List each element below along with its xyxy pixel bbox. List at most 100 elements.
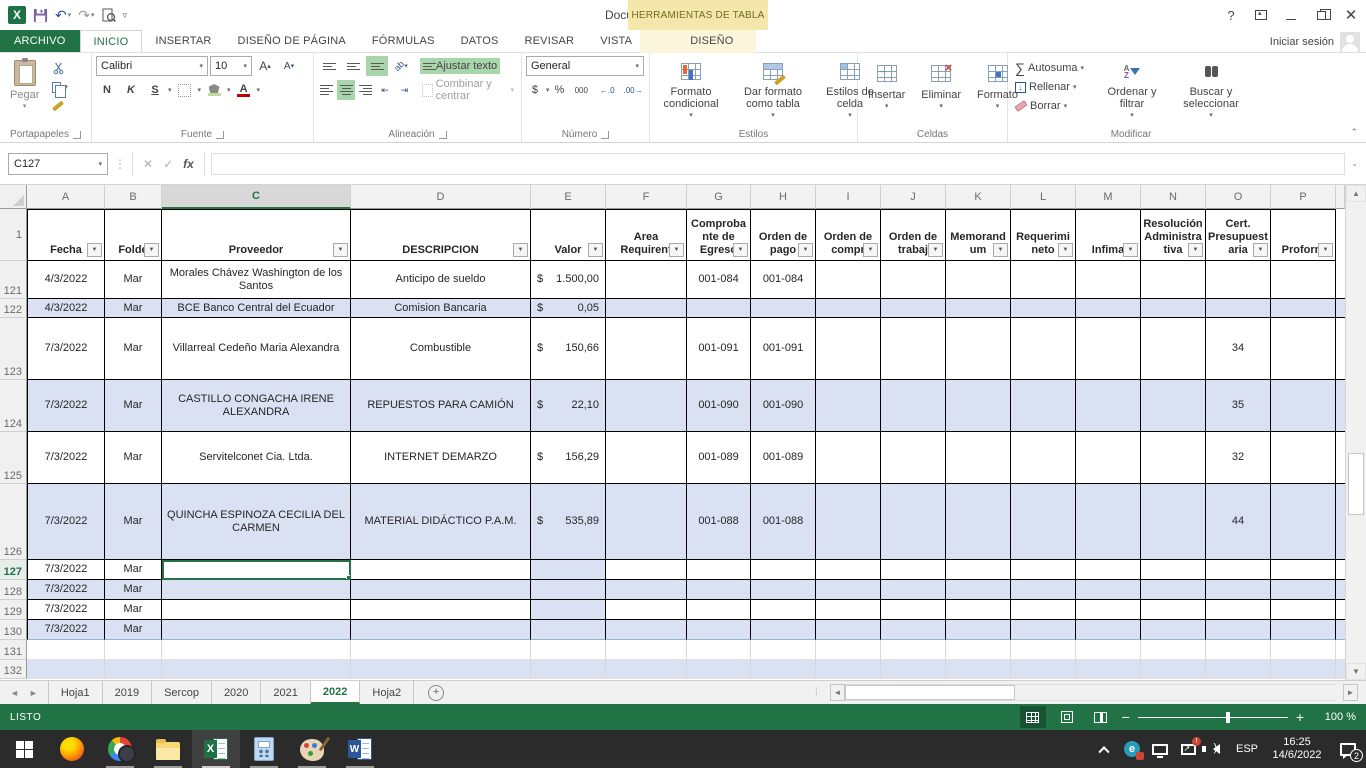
- header-cell-B[interactable]: Folde▼: [105, 209, 162, 261]
- cell-J125[interactable]: [881, 432, 946, 484]
- cell-F130[interactable]: [606, 620, 687, 640]
- cell-A123[interactable]: 7/3/2022: [27, 318, 105, 380]
- cell-P121[interactable]: [1271, 261, 1336, 299]
- cell-K124[interactable]: [946, 380, 1011, 432]
- cell-L122[interactable]: [1011, 299, 1076, 318]
- scroll-right-icon[interactable]: ►: [1343, 684, 1358, 701]
- cell-F128[interactable]: [606, 580, 687, 600]
- cut-button[interactable]: [49, 60, 71, 76]
- cell-L127[interactable]: [1011, 560, 1076, 580]
- cell-A125[interactable]: 7/3/2022: [27, 432, 105, 484]
- font-color-dropdown-icon[interactable]: ▾: [257, 86, 261, 94]
- cell-B126[interactable]: Mar: [105, 484, 162, 560]
- cell-M127[interactable]: [1076, 560, 1141, 580]
- cell-N130[interactable]: [1141, 620, 1206, 640]
- cell-N125[interactable]: [1141, 432, 1206, 484]
- taskbar-word[interactable]: W: [336, 730, 384, 768]
- filter-dropdown-icon-A[interactable]: ▼: [87, 243, 102, 257]
- taskbar-firefox[interactable]: [48, 730, 96, 768]
- wrap-text-button[interactable]: Ajustar texto: [420, 58, 500, 74]
- minimize-button[interactable]: [1276, 0, 1306, 30]
- cell-A131[interactable]: [27, 640, 105, 660]
- zoom-slider-handle[interactable]: [1226, 712, 1230, 723]
- comma-format-button[interactable]: 000: [569, 80, 593, 100]
- cell-O129[interactable]: [1206, 600, 1271, 620]
- row-header-1[interactable]: 1: [0, 209, 27, 261]
- cell-I127[interactable]: [816, 560, 881, 580]
- cell-D125[interactable]: INTERNET DEMARZO: [351, 432, 531, 484]
- conditional-format-dropdown-icon[interactable]: ▾: [689, 110, 693, 122]
- cell-O121[interactable]: [1206, 261, 1271, 299]
- number-format-select[interactable]: General▾: [526, 56, 644, 76]
- sort-filter-dropdown-icon[interactable]: ▾: [1130, 110, 1134, 122]
- cell-I131[interactable]: [816, 640, 881, 660]
- cell-C129[interactable]: [162, 600, 351, 620]
- cell-I126[interactable]: [816, 484, 881, 560]
- cell-G125[interactable]: 001-089: [687, 432, 751, 484]
- filter-dropdown-icon-N[interactable]: ▼: [1188, 243, 1203, 257]
- scroll-down-icon[interactable]: ▼: [1346, 663, 1366, 680]
- format-as-table-button[interactable]: Dar formato como tabla ▾: [732, 56, 814, 126]
- avatar[interactable]: [1340, 32, 1360, 52]
- conditional-format-button[interactable]: Formato condicional ▾: [654, 56, 728, 126]
- tab-scroll-splitter[interactable]: ⁞: [815, 681, 818, 704]
- sheet-tab-Hoja2[interactable]: Hoja2: [360, 681, 414, 704]
- cell-F127[interactable]: [606, 560, 687, 580]
- column-header-B[interactable]: B: [105, 185, 162, 209]
- cell-G132[interactable]: [687, 660, 751, 679]
- vertical-scrollbar[interactable]: ▲ ▼: [1345, 185, 1366, 680]
- cell-P128[interactable]: [1271, 580, 1336, 600]
- notification-center-button[interactable]: 2: [1330, 730, 1366, 768]
- cell-G126[interactable]: 001-088: [687, 484, 751, 560]
- close-button[interactable]: ✕: [1336, 0, 1366, 30]
- filter-dropdown-icon-I[interactable]: ▼: [863, 243, 878, 257]
- filter-dropdown-icon-D[interactable]: ▼: [513, 243, 528, 257]
- cell-F124[interactable]: [606, 380, 687, 432]
- column-header-L[interactable]: L: [1011, 185, 1076, 209]
- filter-dropdown-icon-E[interactable]: ▼: [588, 243, 603, 257]
- header-cell-J[interactable]: Orden de trabaj▼: [881, 209, 946, 261]
- tab-insertar[interactable]: INSERTAR: [142, 30, 224, 52]
- taskbar-paint[interactable]: [288, 730, 336, 768]
- insert-cells-dropdown-icon[interactable]: ▾: [885, 101, 889, 113]
- page-break-view-button[interactable]: [1088, 706, 1114, 728]
- cell-H127[interactable]: [751, 560, 816, 580]
- align-center-button[interactable]: [337, 80, 354, 100]
- decrease-indent-button[interactable]: ⇤: [376, 80, 393, 100]
- increase-indent-button[interactable]: ⇥: [396, 80, 413, 100]
- cell-P129[interactable]: [1271, 600, 1336, 620]
- restore-button[interactable]: [1306, 0, 1336, 30]
- cell-L128[interactable]: [1011, 580, 1076, 600]
- cell-O123[interactable]: 34: [1206, 318, 1271, 380]
- font-color-button[interactable]: A: [233, 80, 255, 100]
- cell-I121[interactable]: [816, 261, 881, 299]
- filter-dropdown-icon-C[interactable]: ▼: [333, 243, 348, 257]
- tab-datos[interactable]: DATOS: [448, 30, 512, 52]
- cell-C122[interactable]: BCE Banco Central del Ecuador: [162, 299, 351, 318]
- cell-B128[interactable]: Mar: [105, 580, 162, 600]
- cell-J123[interactable]: [881, 318, 946, 380]
- cell-D131[interactable]: [351, 640, 531, 660]
- scroll-left-icon[interactable]: ◄: [830, 684, 845, 701]
- cell-E122[interactable]: $0,05: [531, 299, 606, 318]
- column-header-G[interactable]: G: [687, 185, 751, 209]
- cell-K121[interactable]: [946, 261, 1011, 299]
- cell-M132[interactable]: [1076, 660, 1141, 679]
- zoom-in-button[interactable]: +: [1296, 710, 1304, 724]
- cell-K129[interactable]: [946, 600, 1011, 620]
- align-right-button[interactable]: [357, 80, 374, 100]
- autosum-button[interactable]: ∑Autosuma▾: [1012, 60, 1092, 76]
- paste-dropdown-icon[interactable]: ▾: [23, 101, 27, 113]
- cell-O132[interactable]: [1206, 660, 1271, 679]
- qat-customize-icon[interactable]: ▿: [123, 11, 128, 20]
- tab-revisar[interactable]: REVISAR: [512, 30, 588, 52]
- cell-A132[interactable]: [27, 660, 105, 679]
- cell-J122[interactable]: [881, 299, 946, 318]
- cell-L125[interactable]: [1011, 432, 1076, 484]
- cell-B132[interactable]: [105, 660, 162, 679]
- cell-P132[interactable]: [1271, 660, 1336, 679]
- cell-N123[interactable]: [1141, 318, 1206, 380]
- header-cell-F[interactable]: Area Requirent▼: [606, 209, 687, 261]
- undo-dropdown-icon[interactable]: ▾: [68, 12, 72, 19]
- taskbar-chrome[interactable]: [96, 730, 144, 768]
